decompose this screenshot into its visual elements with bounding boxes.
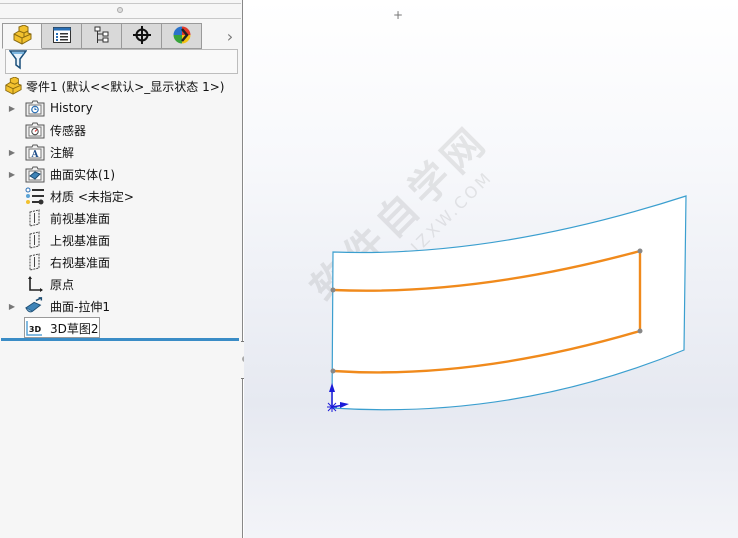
svg-text:3D: 3D xyxy=(29,325,42,334)
expand-arrow-icon[interactable]: ▶ xyxy=(8,103,16,113)
sketch-point[interactable] xyxy=(637,248,643,254)
manager-tabs xyxy=(2,23,202,49)
configuration-tree-icon xyxy=(94,26,110,47)
crosshair-icon xyxy=(132,25,151,47)
annotation-folder-icon: A xyxy=(25,142,45,162)
configurationmanager-tab[interactable] xyxy=(82,23,122,49)
expand-arrow-icon[interactable]: ▶ xyxy=(8,169,16,179)
tree-item-3d-sketch[interactable]: 3D 3D草图2 xyxy=(0,317,241,339)
tree-item-surface-extrude[interactable]: ▶ 曲面-拉伸1 xyxy=(0,295,241,317)
3d-sketch-icon: 3D xyxy=(25,318,45,338)
tree-item-label: 曲面-拉伸1 xyxy=(50,299,110,314)
tree-item-annotations[interactable]: ▶ A 注解 xyxy=(0,141,241,163)
tree-item-label: 前视基准面 xyxy=(50,211,111,226)
surface-extrude-icon xyxy=(25,296,45,316)
svg-text:A: A xyxy=(31,150,40,160)
panel-grip-handle[interactable] xyxy=(117,7,123,13)
plane-icon xyxy=(25,230,45,250)
tree-filter-bar[interactable] xyxy=(5,49,238,74)
sensor-folder-icon xyxy=(25,120,45,140)
tree-item-label: 上视基准面 xyxy=(50,233,111,248)
propertymanager-tab[interactable] xyxy=(42,23,82,49)
tree-item-label: History xyxy=(50,101,93,115)
feature-tree: ▶ History 传感器 ▶ A 注解 ▶ 曲面实体(1) 材质 <未指定> … xyxy=(0,97,241,339)
expand-arrow-icon[interactable]: ▶ xyxy=(8,147,16,157)
tree-root-part[interactable]: 零件1 (默认<<默认>_显示状态 1>) xyxy=(3,76,224,96)
featuremanager-panel: › 零件1 (默认<<默认>_显示状态 1>) ▶ History 传感器 ▶ … xyxy=(0,0,243,538)
tree-item-label: 曲面实体(1) xyxy=(50,167,115,182)
appearance-sphere-icon xyxy=(173,26,191,47)
tree-item-surface-bodies[interactable]: ▶ 曲面实体(1) xyxy=(0,163,241,185)
property-list-icon xyxy=(52,26,71,46)
panel-divider xyxy=(0,3,241,4)
tree-item-sensors[interactable]: 传感器 xyxy=(0,119,241,141)
featuremanager-tab[interactable] xyxy=(2,23,42,49)
origin-icon xyxy=(25,274,45,294)
tree-item-label: 3D草图2 xyxy=(50,321,99,336)
tree-item-label: 材质 <未指定> xyxy=(50,189,134,204)
more-tabs-chevron-icon[interactable]: › xyxy=(222,24,238,48)
tree-item-top-plane[interactable]: 上视基准面 xyxy=(0,229,241,251)
surface-body[interactable] xyxy=(331,195,687,411)
expand-arrow-icon[interactable]: ▶ xyxy=(8,301,16,311)
dimxpert-tab[interactable] xyxy=(122,23,162,49)
tree-item-origin[interactable]: 原点 xyxy=(0,273,241,295)
material-icon xyxy=(25,186,45,206)
sketch-point[interactable] xyxy=(330,287,336,293)
tree-item-right-plane[interactable]: 右视基准面 xyxy=(0,251,241,273)
graphics-area[interactable]: 软件自学网 WWW.RJZXW.COM + xyxy=(244,0,738,538)
tree-item-label: 传感器 xyxy=(50,123,87,138)
tree-item-label: 注解 xyxy=(50,145,75,160)
plane-icon xyxy=(25,208,45,228)
part-icon xyxy=(3,76,23,95)
tree-root-label: 零件1 (默认<<默认>_显示状态 1>) xyxy=(26,79,225,94)
plane-icon xyxy=(25,252,45,272)
tree-item-history[interactable]: ▶ History xyxy=(0,97,241,119)
panel-divider xyxy=(0,18,241,19)
sketch-point[interactable] xyxy=(637,328,643,334)
display-manager-tab[interactable] xyxy=(162,23,202,49)
tree-item-front-plane[interactable]: 前视基准面 xyxy=(0,207,241,229)
history-folder-icon xyxy=(25,98,45,118)
model-view xyxy=(327,195,687,412)
part-icon xyxy=(11,23,33,48)
filter-icon[interactable] xyxy=(8,50,28,73)
rollback-bar[interactable] xyxy=(1,338,239,341)
tree-item-label: 原点 xyxy=(50,277,75,292)
surface-bodies-folder-icon xyxy=(25,164,45,184)
tree-item-material[interactable]: 材质 <未指定> xyxy=(0,185,241,207)
tree-item-label: 右视基准面 xyxy=(50,255,111,270)
sketch-point[interactable] xyxy=(330,368,336,374)
